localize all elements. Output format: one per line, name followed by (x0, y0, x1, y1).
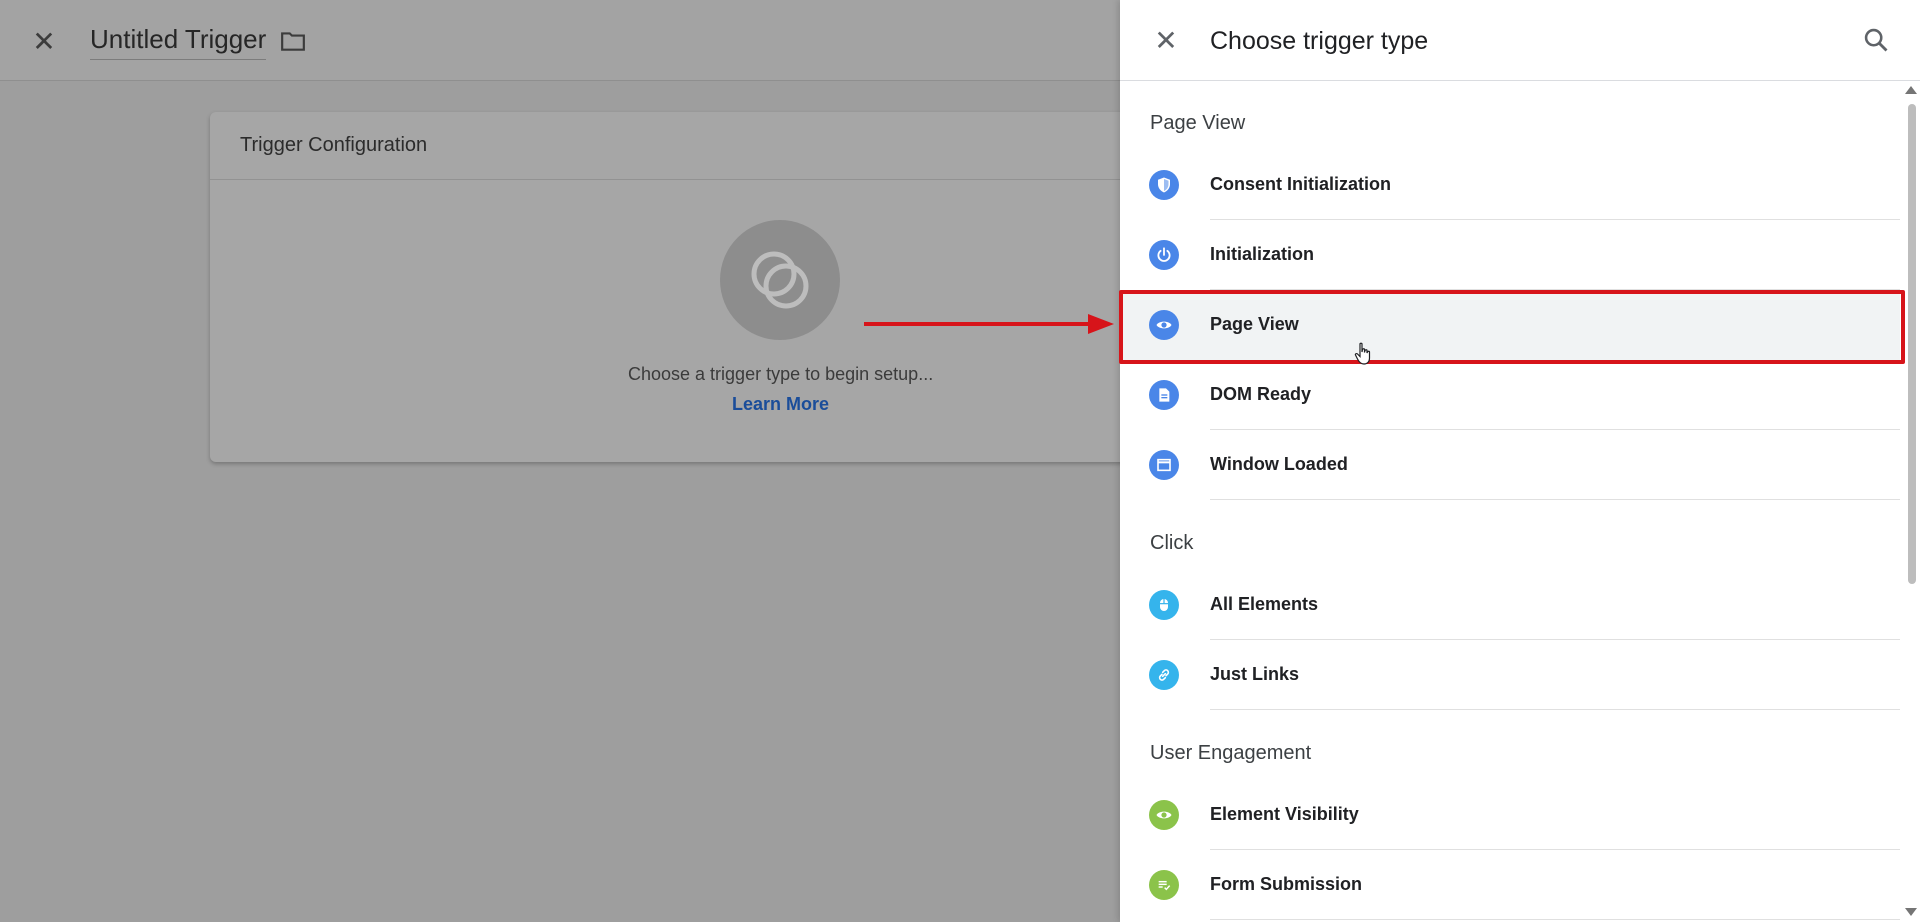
card-title: Trigger Configuration (210, 112, 1130, 180)
trigger-item-consent-initialization[interactable]: Consent Initialization (1120, 150, 1900, 220)
trigger-item-element-visibility[interactable]: Element Visibility (1120, 780, 1900, 850)
trigger-item-label: DOM Ready (1210, 384, 1312, 404)
section-label-page-view: Page View (1150, 112, 1246, 134)
close-icon[interactable]: ✕ (30, 28, 58, 56)
trigger-list: Page View Consent Initialization Initial… (1120, 82, 1900, 922)
search-icon[interactable] (1862, 26, 1890, 54)
hand-cursor-icon (1354, 342, 1371, 365)
trigger-item-just-links[interactable]: Just Links (1120, 640, 1900, 710)
trigger-type-panel: ✕ Choose trigger type Page View Consent … (1120, 0, 1920, 922)
section-label-user-engagement: User Engagement (1150, 742, 1312, 764)
trigger-item-label: Form Submission (1210, 874, 1363, 894)
window-icon (1149, 450, 1179, 480)
shield-icon (1149, 170, 1179, 200)
trigger-item-page-view[interactable]: Page View (1120, 290, 1900, 360)
choose-trigger-hint: Choose a trigger type to begin setup... (628, 364, 934, 384)
panel-title: Choose trigger type (1210, 27, 1429, 55)
divider (1210, 919, 1900, 920)
document-icon (1149, 380, 1179, 410)
trigger-item-initialization[interactable]: Initialization (1120, 220, 1900, 290)
learn-more-link[interactable]: Learn More (732, 394, 829, 415)
trigger-item-label: Initialization (1210, 244, 1315, 264)
trigger-item-form-submission[interactable]: Form Submission (1120, 850, 1900, 920)
trigger-item-dom-ready[interactable]: DOM Ready (1120, 360, 1900, 430)
trigger-placeholder-icon (720, 220, 840, 340)
link-icon (1149, 660, 1179, 690)
section-label-click: Click (1150, 532, 1194, 554)
scroll-up-icon[interactable] (1905, 86, 1917, 94)
trigger-item-label: Just Links (1210, 664, 1300, 684)
trigger-name-input[interactable]: Untitled Trigger (90, 24, 267, 60)
trigger-item-all-elements[interactable]: All Elements (1120, 570, 1900, 640)
divider (1210, 709, 1900, 710)
mouse-icon (1149, 590, 1179, 620)
eye-icon (1149, 800, 1179, 830)
eye-icon (1149, 310, 1179, 340)
trigger-configuration-card[interactable]: Trigger Configuration Choose a trigger t… (210, 112, 1130, 462)
form-icon (1149, 870, 1179, 900)
scroll-down-icon[interactable] (1905, 908, 1917, 916)
close-icon[interactable]: ✕ (1152, 27, 1180, 55)
divider (1210, 499, 1900, 500)
panel-header: ✕ Choose trigger type (1120, 0, 1920, 81)
power-icon (1149, 240, 1179, 270)
trigger-item-label: Element Visibility (1210, 804, 1359, 824)
scrollbar-thumb[interactable] (1908, 104, 1916, 584)
trigger-item-label: Window Loaded (1210, 454, 1348, 474)
trigger-item-label: All Elements (1210, 594, 1319, 614)
trigger-item-label: Page View (1210, 314, 1299, 334)
trigger-item-label: Consent Initialization (1210, 174, 1392, 194)
folder-icon[interactable] (280, 30, 306, 52)
annotation-arrow (864, 314, 1114, 334)
trigger-item-window-loaded[interactable]: Window Loaded (1120, 430, 1900, 500)
